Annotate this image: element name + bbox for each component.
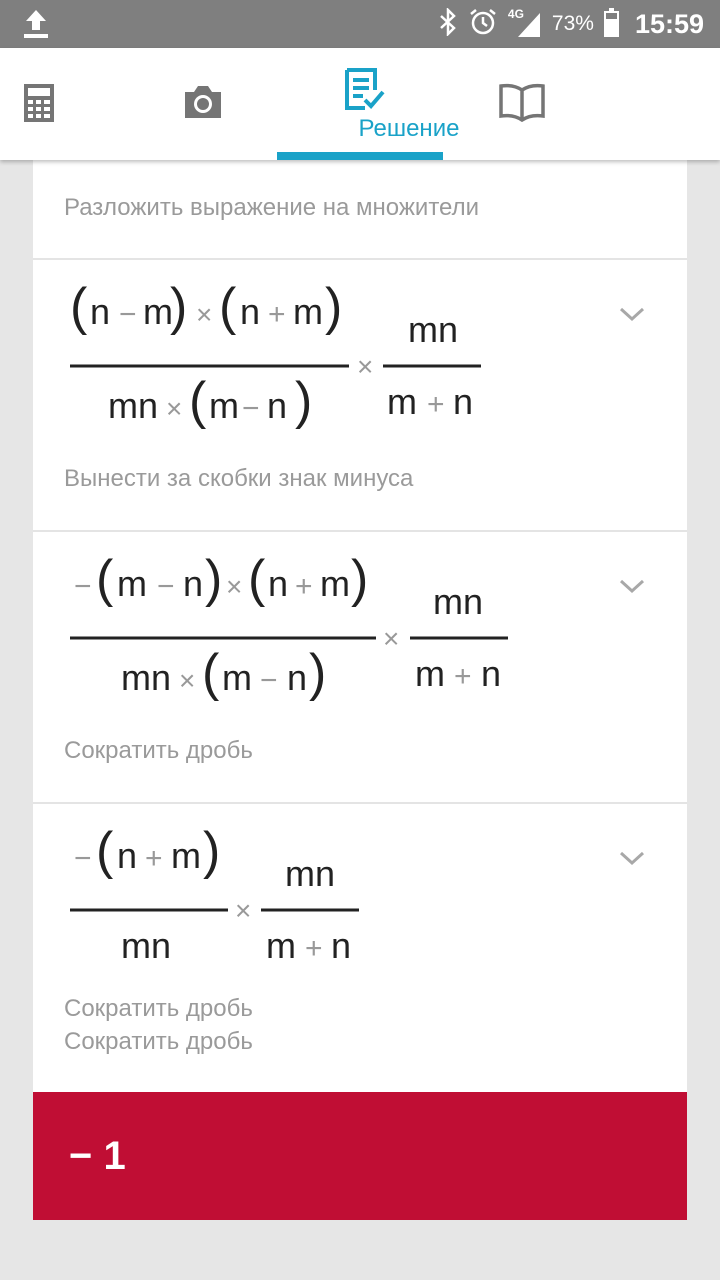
calculator-icon	[24, 84, 54, 122]
variable: m	[266, 925, 296, 966]
paren: )	[205, 550, 222, 608]
paren: (	[96, 822, 114, 880]
paren: (	[219, 278, 237, 336]
variable: m	[171, 835, 201, 876]
operator: −	[260, 664, 278, 697]
step-1-label: Разложить выражение на множители	[64, 194, 480, 221]
variable: m	[143, 291, 173, 332]
step-2-formula: ( n − m ) × ( n + m ) mn × ( m − n ) × m…	[70, 278, 481, 430]
upload-icon	[22, 8, 50, 45]
variable: m	[293, 291, 323, 332]
operator: −	[119, 298, 137, 331]
alarm-icon	[468, 7, 498, 42]
paren: )	[309, 644, 326, 702]
variable: n	[287, 657, 307, 698]
solution-icon	[345, 68, 385, 110]
variable: n	[183, 563, 203, 604]
variable: m	[117, 563, 147, 604]
step-3[interactable]: − ( m − n ) × ( n + m ) mn × ( m − n) ×…	[33, 530, 687, 804]
step-4[interactable]: − ( n + m ) mn × mn m + n Сократить дроб…	[33, 802, 687, 1092]
tab-bar: Решение	[0, 48, 720, 160]
chevron-down-icon[interactable]	[617, 848, 647, 868]
variable: mn	[121, 925, 171, 966]
result-value: − 1	[69, 1134, 126, 1178]
paren: (	[189, 372, 207, 430]
operator: −	[242, 392, 260, 425]
variable: m	[387, 381, 417, 422]
step-4-formula: − ( n + m ) mn × mn m + n	[70, 822, 359, 966]
variable: n	[267, 385, 287, 426]
operator: +	[268, 298, 286, 331]
step-2[interactable]: ( n − m ) × ( n + m ) mn × ( m − n ) × m…	[33, 258, 687, 532]
operator: ×	[179, 665, 195, 696]
solution-card: Разложить выражение на множители ( n − m…	[33, 160, 687, 1220]
operator: ×	[196, 299, 212, 330]
variable: mn	[108, 385, 158, 426]
operator: +	[145, 842, 163, 875]
book-icon	[499, 83, 545, 122]
bluetooth-icon	[438, 6, 458, 41]
step-3-formula: − ( m − n ) × ( n + m ) mn × ( m − n) ×…	[70, 550, 508, 702]
result-banner: − 1	[33, 1092, 687, 1220]
operator: −	[157, 570, 175, 603]
paren: (	[96, 550, 114, 608]
paren: (	[202, 644, 220, 702]
operator: ×	[166, 393, 182, 424]
battery-fill	[605, 18, 617, 35]
battery-percent: 73%	[551, 12, 594, 35]
operator: ×	[357, 351, 373, 382]
operator: +	[295, 570, 313, 603]
paren: )	[295, 372, 312, 430]
variable: mn	[121, 657, 171, 698]
operator: −	[74, 570, 92, 603]
status-bar: 4G 73% 15:59	[0, 0, 720, 48]
paren: )	[170, 278, 187, 336]
operator: +	[427, 388, 445, 421]
clock: 15:59	[634, 8, 704, 39]
active-tab-indicator	[277, 152, 443, 160]
operator: +	[454, 660, 472, 693]
variable: n	[117, 835, 137, 876]
variable: mn	[285, 853, 335, 894]
variable: n	[453, 381, 473, 422]
chevron-down-icon[interactable]	[617, 304, 647, 324]
signal-icon: 4G	[508, 7, 542, 39]
paren: )	[351, 550, 368, 608]
step-2-label: Вынести за скобки знак минуса	[64, 465, 414, 492]
variable: n	[481, 653, 501, 694]
variable: mn	[433, 581, 483, 622]
variable: n	[240, 291, 260, 332]
paren: (	[70, 278, 88, 336]
variable: m	[209, 385, 239, 426]
operator: ×	[235, 895, 251, 926]
variable: n	[331, 925, 351, 966]
operator: ×	[383, 623, 399, 654]
variable: m	[222, 657, 252, 698]
camera-icon	[185, 86, 221, 118]
paren: )	[203, 822, 220, 880]
step-1: Разложить выражение на множители	[33, 160, 687, 260]
step-4-label: Сократить дробь	[64, 995, 253, 1022]
operator: ×	[226, 571, 242, 602]
paren: (	[248, 550, 266, 608]
paren: )	[325, 278, 342, 336]
variable: mn	[408, 309, 458, 350]
variable: n	[268, 563, 288, 604]
step-3-label: Сократить дробь	[64, 737, 253, 764]
chevron-down-icon[interactable]	[617, 576, 647, 596]
variable: m	[415, 653, 445, 694]
variable: n	[90, 291, 110, 332]
operator: +	[305, 932, 323, 965]
step-4-label-2: Сократить дробь	[64, 1028, 253, 1055]
operator: −	[74, 842, 92, 875]
tab-solution-label: Решение	[358, 115, 460, 142]
battery-icon	[603, 8, 619, 37]
variable: m	[320, 563, 350, 604]
